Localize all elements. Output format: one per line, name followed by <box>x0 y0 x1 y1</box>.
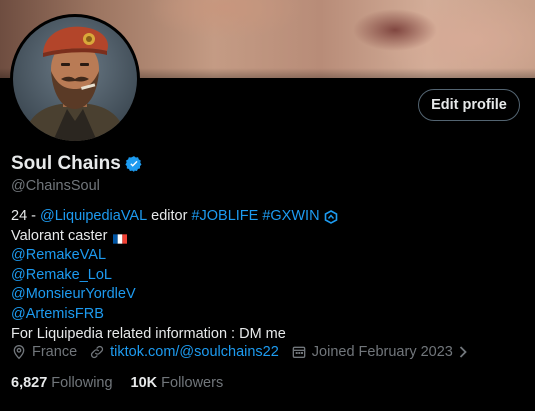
bio-line: @RemakeVAL <box>11 246 338 266</box>
profile-name-row: Soul Chains <box>11 153 143 175</box>
location-pin-icon <box>13 344 25 360</box>
followers-link[interactable]: 10K Followers <box>131 375 224 391</box>
hashtag-link[interactable]: #GXWIN <box>262 207 319 227</box>
bio-line: For Liquipedia related information : DM … <box>11 325 338 345</box>
profile-stats: 6,827 Following 10K Followers <box>11 375 241 391</box>
location-text: France <box>32 344 78 360</box>
hashtag-link[interactable]: #JOBLIFE <box>191 207 258 227</box>
verified-badge-icon[interactable] <box>125 155 143 173</box>
followers-label: Followers <box>161 375 224 391</box>
mention-link[interactable]: @MonsieurYordleV <box>11 285 136 305</box>
bio-line: @MonsieurYordleV <box>11 285 338 305</box>
france-flag-icon <box>113 231 128 245</box>
following-link[interactable]: 6,827 Following <box>11 375 113 391</box>
bio-text: editor <box>151 208 188 224</box>
mention-link[interactable]: @Remake_LoL <box>11 266 112 286</box>
website-link[interactable]: tiktok.com/@soulchains22 <box>110 344 279 360</box>
chevron-right-icon[interactable] <box>457 345 469 359</box>
bio-line: Valorant caster <box>11 227 338 247</box>
edit-profile-button[interactable]: Edit profile <box>418 89 520 121</box>
bio-line: @Remake_LoL <box>11 266 338 286</box>
profile-name: Soul Chains <box>11 153 121 174</box>
bio-text: 24 - <box>11 208 36 224</box>
avatar[interactable] <box>10 14 140 144</box>
profile-meta: France tiktok.com/@soulchains22 Joined F… <box>11 344 481 360</box>
followers-count: 10K <box>130 375 158 391</box>
following-label: Following <box>51 375 113 391</box>
bio-line: @ArtemisFRB <box>11 305 338 325</box>
profile-bio: 24 - @LiquipediaVAL editor #JOBLIFE #GXW… <box>11 207 338 344</box>
link-icon <box>91 345 104 359</box>
calendar-icon <box>292 346 306 358</box>
following-count: 6,827 <box>11 375 48 391</box>
website-item: tiktok.com/@soulchains22 <box>89 344 279 360</box>
bio-text: Valorant caster <box>11 227 108 244</box>
bio-line: 24 - @LiquipediaVAL editor #JOBLIFE #GXW… <box>11 207 338 227</box>
bio-text: For Liquipedia related information : DM … <box>11 325 286 342</box>
mention-link[interactable]: @RemakeVAL <box>11 246 106 266</box>
mention-link[interactable]: @ArtemisFRB <box>11 305 104 325</box>
avatar-illustration <box>13 17 137 141</box>
joined-item[interactable]: Joined February 2023 <box>291 344 469 360</box>
joined-text: Joined February 2023 <box>311 344 453 360</box>
mention-link[interactable]: @LiquipediaVAL <box>40 207 147 227</box>
gx-brand-icon[interactable] <box>324 209 338 224</box>
location-item: France <box>11 344 77 360</box>
profile-handle: @ChainsSoul <box>11 178 100 194</box>
